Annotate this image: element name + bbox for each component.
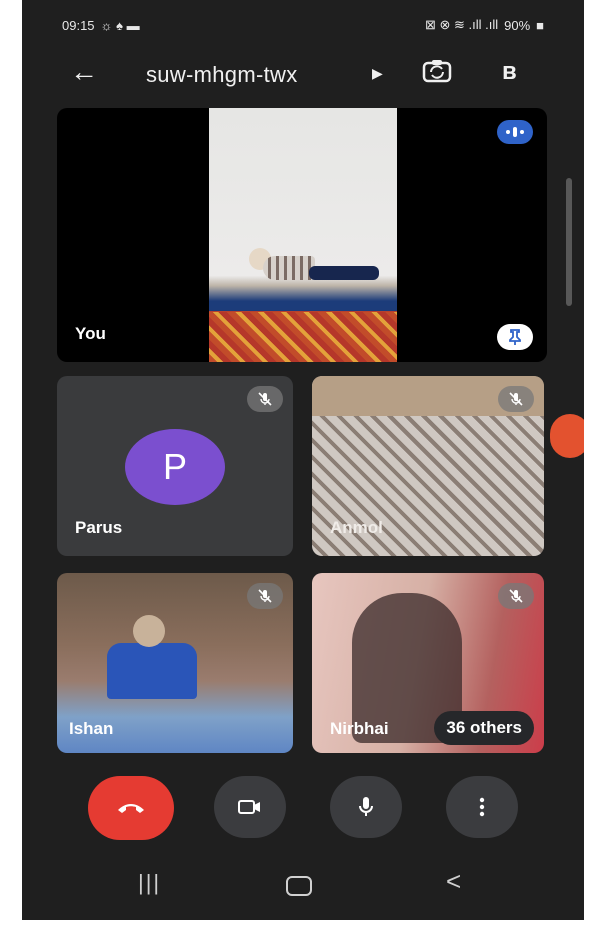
nav-back-button[interactable]: < bbox=[446, 866, 461, 897]
person-figure bbox=[107, 615, 197, 713]
avatar-letter: P bbox=[162, 446, 187, 487]
meeting-code[interactable]: suw-mhgm-twx bbox=[146, 62, 298, 88]
caret-right-icon[interactable]: ▶ bbox=[372, 65, 383, 82]
participant-name: Nirbhai bbox=[330, 719, 389, 738]
tile-anmol[interactable]: Anmol bbox=[312, 376, 544, 556]
scrollbar[interactable] bbox=[566, 178, 572, 306]
camera-toggle-button[interactable] bbox=[214, 776, 286, 838]
bluetooth-icon[interactable]: ʙ bbox=[502, 58, 517, 86]
camera-icon bbox=[238, 800, 260, 814]
participant-name: Anmol bbox=[330, 518, 383, 537]
battery-icon: ■ bbox=[536, 17, 544, 33]
mic-off-icon bbox=[247, 386, 283, 412]
more-options-button[interactable] bbox=[446, 776, 518, 838]
end-call-icon bbox=[118, 804, 144, 813]
pin-icon[interactable] bbox=[497, 324, 533, 350]
rug bbox=[209, 312, 397, 362]
system-nav-bar: ||| < bbox=[22, 862, 584, 910]
app-bar: ← suw-mhgm-twx ▶ ʙ bbox=[22, 52, 584, 96]
tile-you[interactable]: You bbox=[57, 108, 547, 362]
tile-ishan[interactable]: Ishan bbox=[57, 573, 293, 753]
self-video bbox=[209, 108, 397, 362]
tile-parus[interactable]: P Parus bbox=[57, 376, 293, 556]
battery-level: 90% bbox=[504, 17, 531, 33]
end-call-button[interactable] bbox=[88, 776, 174, 840]
call-controls bbox=[22, 776, 584, 848]
microphone-toggle-button[interactable] bbox=[330, 776, 402, 838]
mic-off-icon bbox=[498, 386, 534, 412]
edge-panel-handle[interactable] bbox=[550, 414, 584, 458]
recent-apps-button[interactable]: ||| bbox=[138, 870, 161, 896]
notification-icons: ☼ ♠ ▬ bbox=[100, 17, 140, 33]
mic-off-icon bbox=[247, 583, 283, 609]
status-bar: 09:15 ☼ ♠ ▬ ⊠ ⊗ ≋ .ıll .ıll 90% ■ bbox=[62, 14, 544, 36]
more-vert-icon bbox=[479, 797, 485, 817]
mic-off-icon bbox=[498, 583, 534, 609]
status-icons: ⊠ ⊗ ≋ .ıll .ıll bbox=[424, 17, 499, 32]
clock: 09:15 bbox=[62, 17, 95, 33]
participant-name: Parus bbox=[75, 518, 123, 537]
participant-name: You bbox=[75, 324, 106, 343]
participant-name: Ishan bbox=[69, 719, 114, 738]
home-button[interactable] bbox=[286, 876, 312, 896]
speaking-indicator-icon bbox=[497, 120, 533, 144]
person-figure bbox=[249, 248, 379, 282]
microphone-icon bbox=[359, 797, 373, 816]
others-count-button[interactable]: 36 others bbox=[434, 711, 534, 745]
phone-screen: 09:15 ☼ ♠ ▬ ⊠ ⊗ ≋ .ıll .ıll 90% ■ ← suw-… bbox=[22, 0, 584, 920]
camera-flip-icon[interactable] bbox=[422, 58, 452, 89]
tile-nirbhai[interactable]: Nirbhai 36 others bbox=[312, 573, 544, 753]
avatar: P bbox=[125, 429, 225, 505]
back-arrow-icon[interactable]: ← bbox=[70, 56, 98, 88]
